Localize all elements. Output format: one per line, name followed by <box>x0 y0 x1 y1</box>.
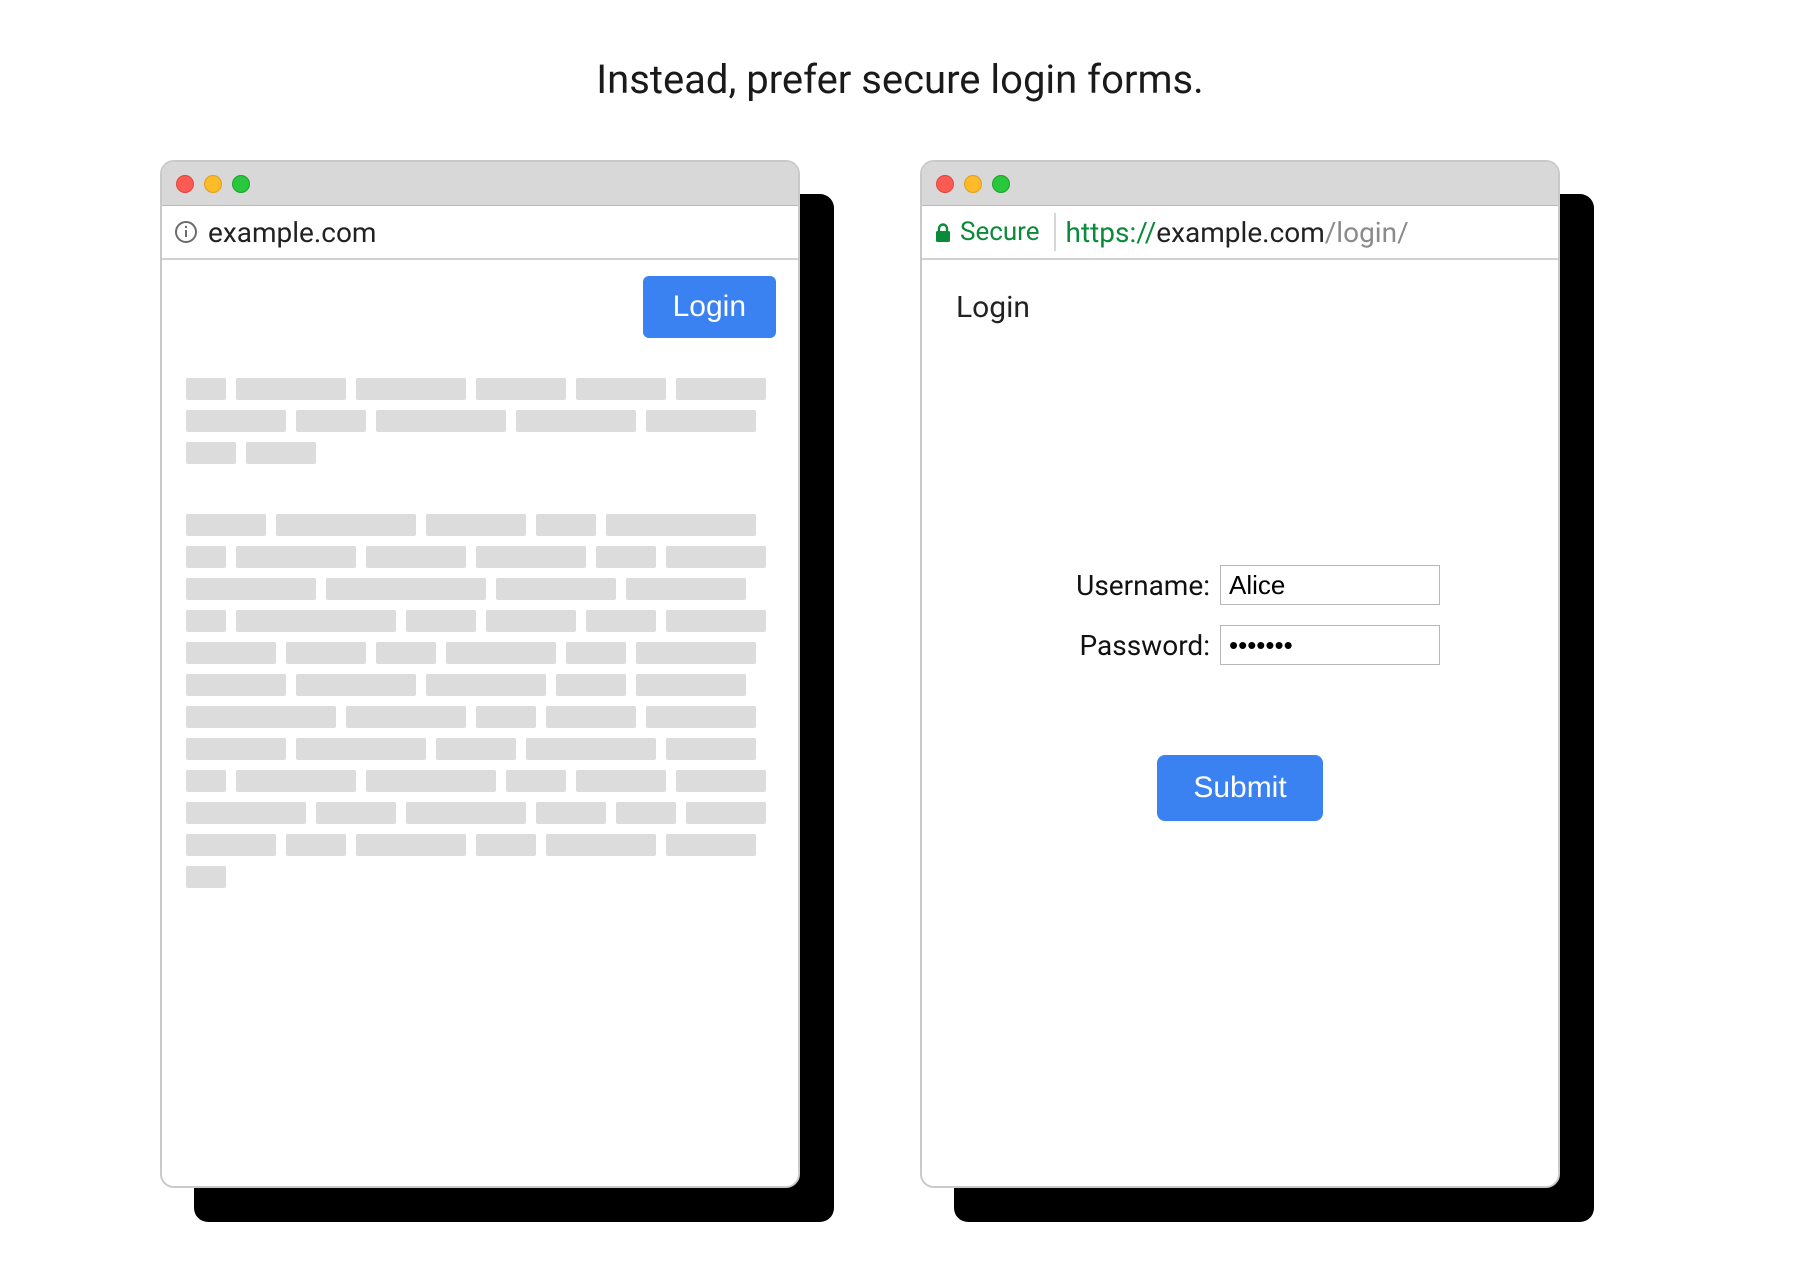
url-scheme: https:// <box>1066 216 1157 249</box>
url-path: /login/ <box>1325 216 1409 249</box>
insecure-window: example.com Login <box>160 160 800 1188</box>
submit-button[interactable]: Submit <box>1157 755 1322 821</box>
zoom-icon[interactable] <box>232 175 250 193</box>
close-icon[interactable] <box>936 175 954 193</box>
username-label: Username: <box>1040 569 1210 602</box>
close-icon[interactable] <box>176 175 194 193</box>
windows-row: example.com Login <box>160 160 1560 1188</box>
secure-window: Secure https://example.com/login/ Login … <box>920 160 1560 1188</box>
password-row: Password: <box>1040 625 1440 665</box>
caption-text: Instead, prefer secure login forms. <box>0 56 1800 103</box>
titlebar <box>922 162 1558 206</box>
address-text: https://example.com/login/ <box>1066 216 1409 249</box>
address-bar[interactable]: example.com <box>162 206 798 260</box>
address-bar[interactable]: Secure https://example.com/login/ <box>922 206 1558 260</box>
titlebar <box>162 162 798 206</box>
minimize-icon[interactable] <box>204 175 222 193</box>
login-form: Username: Password: Submit <box>946 565 1534 821</box>
page-title: Login <box>946 278 1534 325</box>
username-row: Username: <box>1040 565 1440 605</box>
placeholder-paragraph-2 <box>186 514 774 888</box>
address-text: example.com <box>208 216 376 249</box>
placeholder-paragraph-1 <box>186 378 774 464</box>
username-field[interactable] <box>1220 565 1440 605</box>
page-content: Login <box>162 260 798 1186</box>
page-content: Login Username: Password: Submit <box>922 260 1558 1186</box>
secure-indicator[interactable]: Secure <box>934 213 1056 251</box>
zoom-icon[interactable] <box>992 175 1010 193</box>
password-field[interactable] <box>1220 625 1440 665</box>
url-host: example.com <box>1156 216 1324 249</box>
lock-icon <box>934 221 952 243</box>
secure-label: Secure <box>960 217 1040 247</box>
minimize-icon[interactable] <box>964 175 982 193</box>
login-button[interactable]: Login <box>643 276 776 338</box>
password-label: Password: <box>1040 629 1210 662</box>
info-icon[interactable] <box>174 220 198 244</box>
